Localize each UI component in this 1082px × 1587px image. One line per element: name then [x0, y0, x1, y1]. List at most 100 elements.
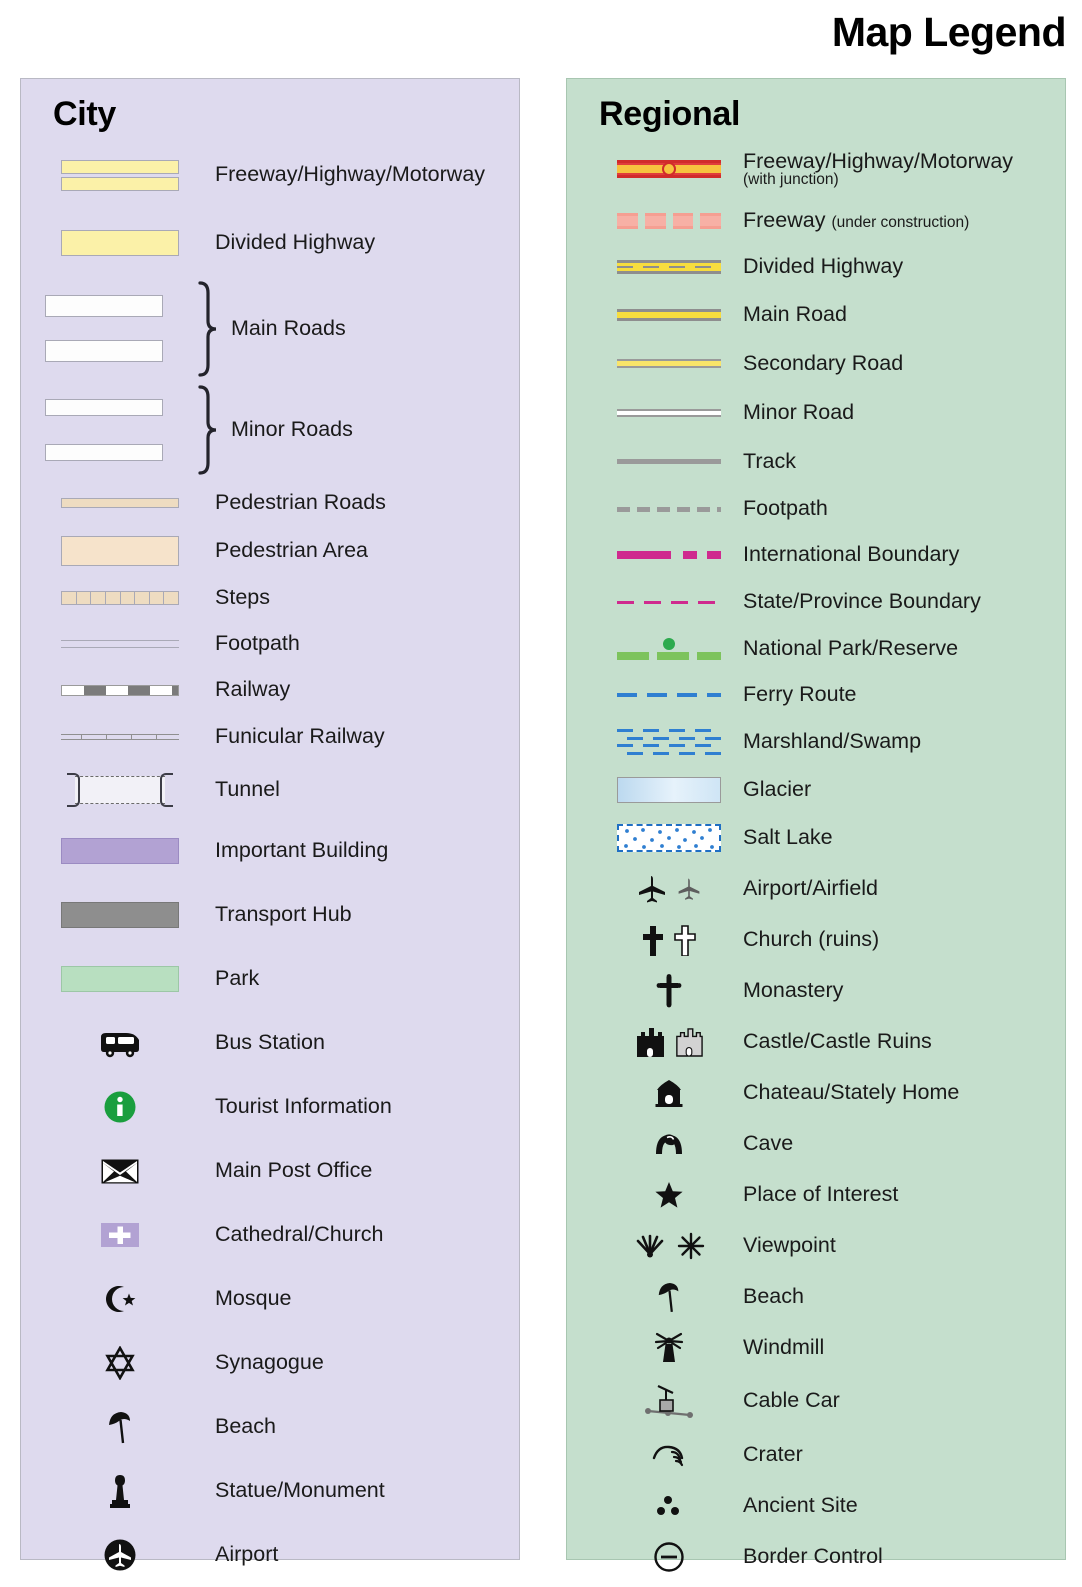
purple-area-swatch	[45, 838, 195, 864]
legend-label-main: Freeway	[743, 208, 826, 233]
legend-item-regional-glacier[interactable]: Glacier	[567, 766, 1065, 813]
legend-label: Freeway/Highway/Motorway	[215, 162, 486, 187]
legend-item-regional-place-of-interest[interactable]: Place of Interest	[567, 1169, 1065, 1220]
legend-item-regional-castle[interactable]: Castle/Castle Ruins	[567, 1016, 1065, 1067]
legend-label: International Boundary	[743, 542, 960, 567]
thin-double-line-swatch	[45, 639, 195, 649]
legend-item-city-cathedral-church[interactable]: Cathedral/Church	[21, 1203, 519, 1267]
white-minor-road-line	[609, 408, 729, 417]
legend-label: Viewpoint	[743, 1232, 836, 1257]
legend-label: Divided Highway	[215, 230, 376, 255]
legend-label-sub: (under construction)	[831, 214, 970, 232]
legend-item-regional-international-boundary[interactable]: International Boundary	[567, 532, 1065, 578]
statue-icon	[45, 1472, 195, 1510]
legend-item-city-beach[interactable]: Beach	[21, 1395, 519, 1459]
legend-item-city-funicular-railway[interactable]: Funicular Railway	[21, 713, 519, 761]
bus-icon	[45, 1028, 195, 1058]
legend-label: Chateau/Stately Home	[743, 1079, 960, 1104]
legend-label: State/Province Boundary	[743, 589, 981, 614]
legend-label: Bus Station	[215, 1030, 325, 1055]
legend-item-regional-salt-lake[interactable]: Salt Lake	[567, 813, 1065, 863]
legend-label: Main Road	[743, 301, 847, 326]
legend-item-city-bus-station[interactable]: Bus Station	[21, 1011, 519, 1075]
legend-label: Place of Interest	[743, 1181, 899, 1206]
church-cross-badge-icon	[45, 1221, 195, 1249]
monastery-cross-icon	[609, 973, 729, 1008]
legend-item-regional-marshland[interactable]: Marshland/Swamp	[567, 718, 1065, 766]
legend-label: Freeway (under construction)	[743, 209, 969, 232]
legend-item-city-main-roads[interactable]: Main Roads	[21, 276, 519, 381]
legend-item-city-synagogue[interactable]: Synagogue	[21, 1331, 519, 1395]
legend-label: Cave	[743, 1130, 794, 1155]
legend-item-regional-freeway-junction[interactable]: Freeway/Highway/Motorway (with junction)	[567, 140, 1065, 198]
legend-label: Tourist Information	[215, 1094, 392, 1119]
legend-item-city-transport-hub[interactable]: Transport Hub	[21, 883, 519, 947]
legend-item-regional-secondary-road[interactable]: Secondary Road	[567, 339, 1065, 388]
legend-item-regional-state-boundary[interactable]: State/Province Boundary	[567, 578, 1065, 626]
city-panel-heading: City	[53, 95, 117, 133]
legend-item-city-pedestrian-roads[interactable]: Pedestrian Roads	[21, 479, 519, 527]
city-legend-panel: City Freeway/Highway/Motorway Divided Hi…	[20, 78, 520, 1571]
beach-parasol-icon	[609, 1280, 729, 1314]
green-band-dot-line	[609, 638, 729, 660]
legend-label: Salt Lake	[743, 825, 833, 850]
legend-label: Main Roads	[231, 315, 346, 340]
legend-item-city-steps[interactable]: Steps	[21, 575, 519, 621]
legend-item-regional-airport-airfield[interactable]: Airport/Airfield	[567, 863, 1065, 914]
star-icon	[609, 1180, 729, 1210]
legend-item-regional-minor-road[interactable]: Minor Road	[567, 388, 1065, 437]
legend-label: Minor Road	[743, 399, 855, 424]
viewpoint-pair-icon	[609, 1232, 729, 1260]
airport-circle-icon	[45, 1537, 195, 1573]
ticked-railway-swatch	[45, 730, 195, 744]
grey-dashed-footpath-line	[609, 506, 729, 512]
legend-item-city-railway[interactable]: Railway	[21, 667, 519, 713]
legend-item-city-mosque[interactable]: Mosque	[21, 1267, 519, 1331]
legend-item-city-minor-roads[interactable]: Minor Roads	[21, 381, 519, 479]
white-thin-bar-pair-brace-swatch	[45, 399, 195, 461]
glacier-gradient-swatch	[609, 776, 729, 803]
legend-label: Mosque	[215, 1286, 292, 1311]
legend-item-regional-divided-highway[interactable]: Divided Highway	[567, 244, 1065, 290]
legend-item-regional-freeway-construction[interactable]: Freeway (under construction)	[567, 198, 1065, 244]
legend-label: Divided Highway	[743, 254, 904, 279]
legend-item-regional-viewpoint[interactable]: Viewpoint	[567, 1220, 1065, 1271]
legend-label: Crater	[743, 1441, 803, 1466]
stepped-blocks-swatch	[45, 591, 195, 605]
legend-item-regional-national-park[interactable]: National Park/Reserve	[567, 626, 1065, 672]
legend-item-regional-border-control[interactable]: Border Control	[567, 1531, 1065, 1582]
legend-item-regional-footpath[interactable]: Footpath	[567, 486, 1065, 532]
legend-item-regional-main-road[interactable]: Main Road	[567, 290, 1065, 339]
legend-item-city-pedestrian-area[interactable]: Pedestrian Area	[21, 527, 519, 575]
legend-item-city-freeway[interactable]: Freeway/Highway/Motorway	[21, 140, 519, 210]
legend-item-city-tunnel[interactable]: Tunnel	[21, 761, 519, 819]
legend-item-regional-ferry-route[interactable]: Ferry Route	[567, 672, 1065, 718]
legend-label: Pedestrian Roads	[215, 490, 386, 515]
legend-item-regional-windmill[interactable]: Windmill	[567, 1322, 1065, 1373]
legend-item-city-tourist-information[interactable]: Tourist Information	[21, 1075, 519, 1139]
legend-item-regional-beach[interactable]: Beach	[567, 1271, 1065, 1322]
legend-item-city-divided-highway[interactable]: Divided Highway	[21, 210, 519, 276]
legend-item-city-important-building[interactable]: Important Building	[21, 819, 519, 883]
chateau-icon	[609, 1078, 729, 1108]
legend-item-city-footpath[interactable]: Footpath	[21, 621, 519, 667]
legend-item-regional-cave[interactable]: Cave	[567, 1118, 1065, 1169]
yellow-bar-swatch	[45, 230, 195, 256]
legend-item-regional-ancient-site[interactable]: Ancient Site	[567, 1480, 1065, 1531]
legend-item-city-main-post-office[interactable]: Main Post Office	[21, 1139, 519, 1203]
legend-item-regional-monastery[interactable]: Monastery	[567, 965, 1065, 1016]
windmill-icon	[609, 1331, 729, 1365]
legend-item-city-statue-monument[interactable]: Statue/Monument	[21, 1459, 519, 1523]
brace-bracket-icon	[198, 385, 217, 475]
legend-item-city-park[interactable]: Park	[21, 947, 519, 1011]
legend-item-city-airport[interactable]: Airport	[21, 1523, 519, 1587]
legend-item-regional-cable-car[interactable]: Cable Car	[567, 1373, 1065, 1429]
legend-label: Ancient Site	[743, 1492, 858, 1517]
legend-item-regional-church-ruins[interactable]: Church (ruins)	[567, 914, 1065, 965]
magenta-dash-dot-line	[609, 551, 729, 559]
brace-bracket-icon	[198, 280, 217, 377]
legend-item-regional-track[interactable]: Track	[567, 437, 1065, 486]
legend-item-regional-chateau[interactable]: Chateau/Stately Home	[567, 1067, 1065, 1118]
legend-item-regional-crater[interactable]: Crater	[567, 1429, 1065, 1480]
legend-label: Glacier	[743, 776, 812, 801]
